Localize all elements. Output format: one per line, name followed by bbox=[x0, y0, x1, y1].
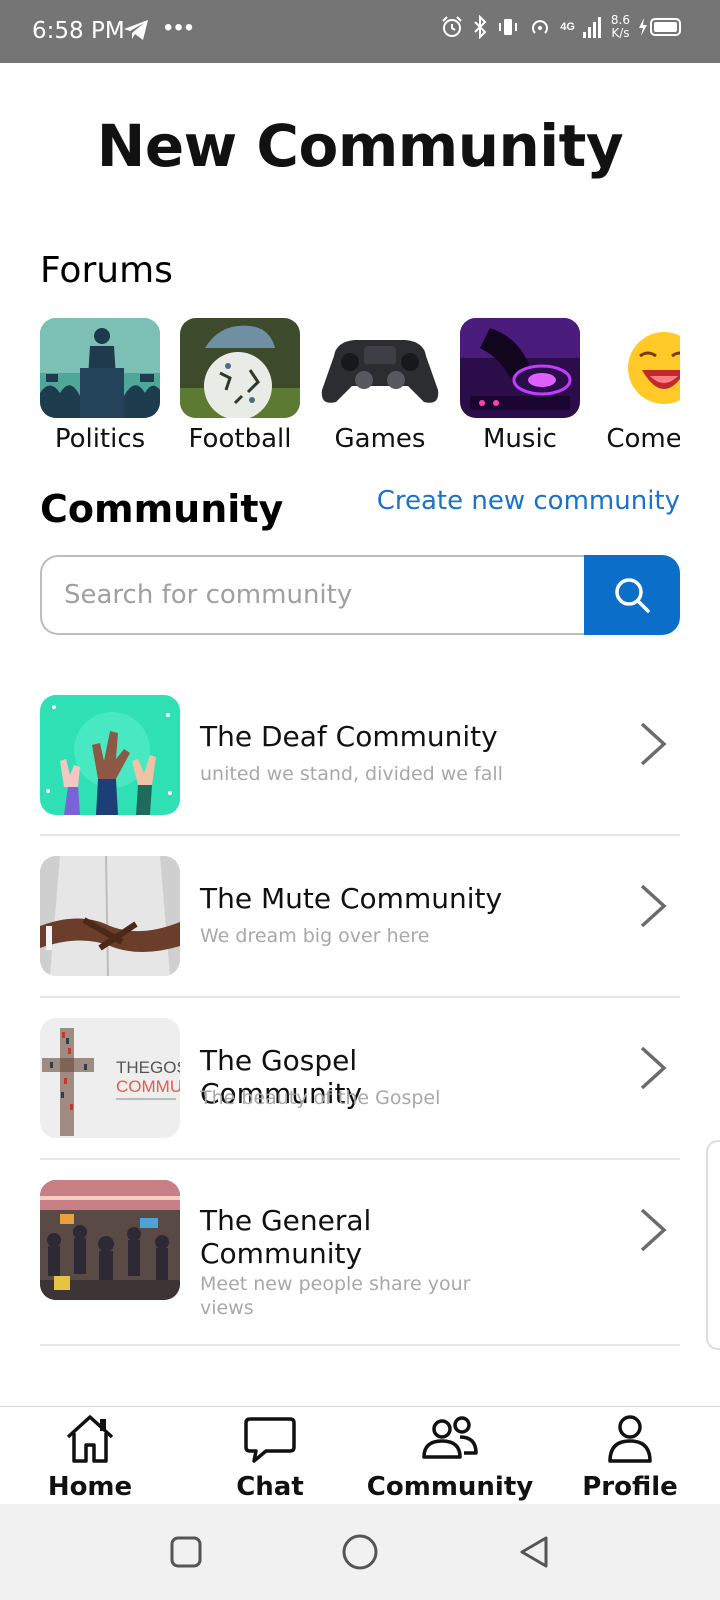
bluetooth-icon bbox=[474, 15, 487, 39]
forum-games[interactable]: Games bbox=[320, 318, 440, 454]
search-input[interactable] bbox=[40, 555, 584, 635]
nav-home[interactable]: Home bbox=[0, 1413, 180, 1502]
profile-icon bbox=[608, 1415, 652, 1463]
forum-football[interactable]: Football bbox=[180, 318, 300, 454]
general-community-thumb bbox=[40, 1180, 180, 1300]
forums-heading: Forums bbox=[40, 250, 173, 291]
back-icon[interactable] bbox=[516, 1534, 552, 1570]
chevron-right-icon bbox=[640, 722, 667, 766]
nav-label: Chat bbox=[236, 1472, 304, 1502]
nav-label: Community bbox=[366, 1472, 534, 1502]
community-name: The Mute Community bbox=[200, 882, 503, 915]
search-icon bbox=[615, 578, 650, 613]
network-speed: 8.6 K/s bbox=[610, 13, 630, 40]
community-item-general[interactable]: The General Community Meet new people sh… bbox=[40, 1160, 680, 1346]
football-thumb bbox=[180, 318, 300, 418]
forums-carousel[interactable]: Politics Football Games Music Come bbox=[40, 318, 680, 458]
forum-music[interactable]: Music bbox=[460, 318, 580, 454]
music-thumb bbox=[460, 318, 580, 418]
telegram-icon bbox=[122, 18, 150, 47]
gamepad-thumb bbox=[320, 318, 440, 418]
forum-label: Politics bbox=[54, 424, 146, 454]
gospel-thumb-line1: THEGOSP bbox=[116, 1058, 180, 1077]
system-nav-bar bbox=[0, 1504, 720, 1600]
nav-chat[interactable]: Chat bbox=[180, 1413, 360, 1502]
community-search bbox=[40, 555, 680, 635]
hotspot-icon bbox=[532, 20, 549, 34]
nav-label: Home bbox=[47, 1472, 133, 1502]
forum-politics[interactable]: Politics bbox=[40, 318, 160, 454]
community-item-deaf[interactable]: The Deaf Community united we stand, divi… bbox=[40, 680, 680, 836]
chat-icon bbox=[244, 1417, 296, 1463]
community-name: The General Community bbox=[200, 1204, 372, 1270]
home-circle-icon[interactable] bbox=[340, 1532, 380, 1572]
deaf-community-thumb bbox=[40, 695, 180, 815]
community-item-gospel[interactable]: THEGOSP COMMUNI The Gospel Community The… bbox=[40, 998, 680, 1160]
gospel-community-thumb: THEGOSP COMMUNI bbox=[40, 1018, 180, 1138]
forum-label: Music bbox=[483, 424, 557, 454]
side-edge-handle[interactable] bbox=[706, 1140, 720, 1350]
nav-community[interactable]: Community bbox=[360, 1413, 540, 1502]
community-heading: Community bbox=[40, 487, 284, 531]
alarm-icon bbox=[442, 16, 462, 37]
community-description: Meet new people share your views bbox=[200, 1273, 471, 1319]
forum-label: Comedy bbox=[606, 424, 680, 454]
network-type: 4G bbox=[560, 21, 575, 33]
community-item-mute[interactable]: The Mute Community We dream big over her… bbox=[40, 836, 680, 998]
community-description: united we stand, divided we fall bbox=[200, 763, 503, 785]
signal-icon bbox=[582, 17, 601, 38]
battery-charging-icon bbox=[639, 18, 681, 36]
community-description: The beauty of the Gospel bbox=[200, 1087, 441, 1109]
community-list: The Deaf Community united we stand, divi… bbox=[40, 680, 680, 1346]
forum-label: Football bbox=[188, 424, 292, 454]
status-bar: 6:58 PM ••• 4G 8.6 K/s bbox=[0, 0, 720, 63]
forum-comedy[interactable]: Comedy bbox=[600, 318, 680, 454]
community-description: We dream big over here bbox=[200, 925, 430, 947]
politics-thumb bbox=[40, 318, 160, 418]
bottom-nav: Home Chat Community Profile bbox=[0, 1406, 720, 1504]
home-icon bbox=[66, 1415, 114, 1463]
status-time: 6:58 PM bbox=[32, 18, 125, 44]
search-button[interactable] bbox=[584, 555, 680, 635]
status-icons: 4G 8.6 K/s bbox=[440, 14, 684, 40]
create-community-link[interactable]: Create new community bbox=[377, 486, 680, 516]
more-notifications-icon: ••• bbox=[164, 14, 196, 41]
gospel-thumb-line2: COMMUNI bbox=[116, 1077, 180, 1096]
laughing-emoji-thumb bbox=[600, 318, 680, 418]
page-title: New Community bbox=[96, 112, 624, 180]
chevron-right-icon bbox=[640, 1208, 667, 1252]
mute-community-thumb bbox=[40, 856, 180, 976]
nav-profile[interactable]: Profile bbox=[540, 1413, 720, 1502]
nav-label: Profile bbox=[582, 1472, 678, 1502]
recents-icon[interactable] bbox=[168, 1534, 204, 1570]
vibrate-icon bbox=[499, 19, 518, 35]
chevron-right-icon bbox=[640, 1046, 667, 1090]
chevron-right-icon bbox=[640, 884, 667, 928]
community-icon bbox=[422, 1416, 478, 1459]
forum-label: Games bbox=[334, 424, 426, 454]
community-name: The Deaf Community bbox=[200, 720, 498, 753]
